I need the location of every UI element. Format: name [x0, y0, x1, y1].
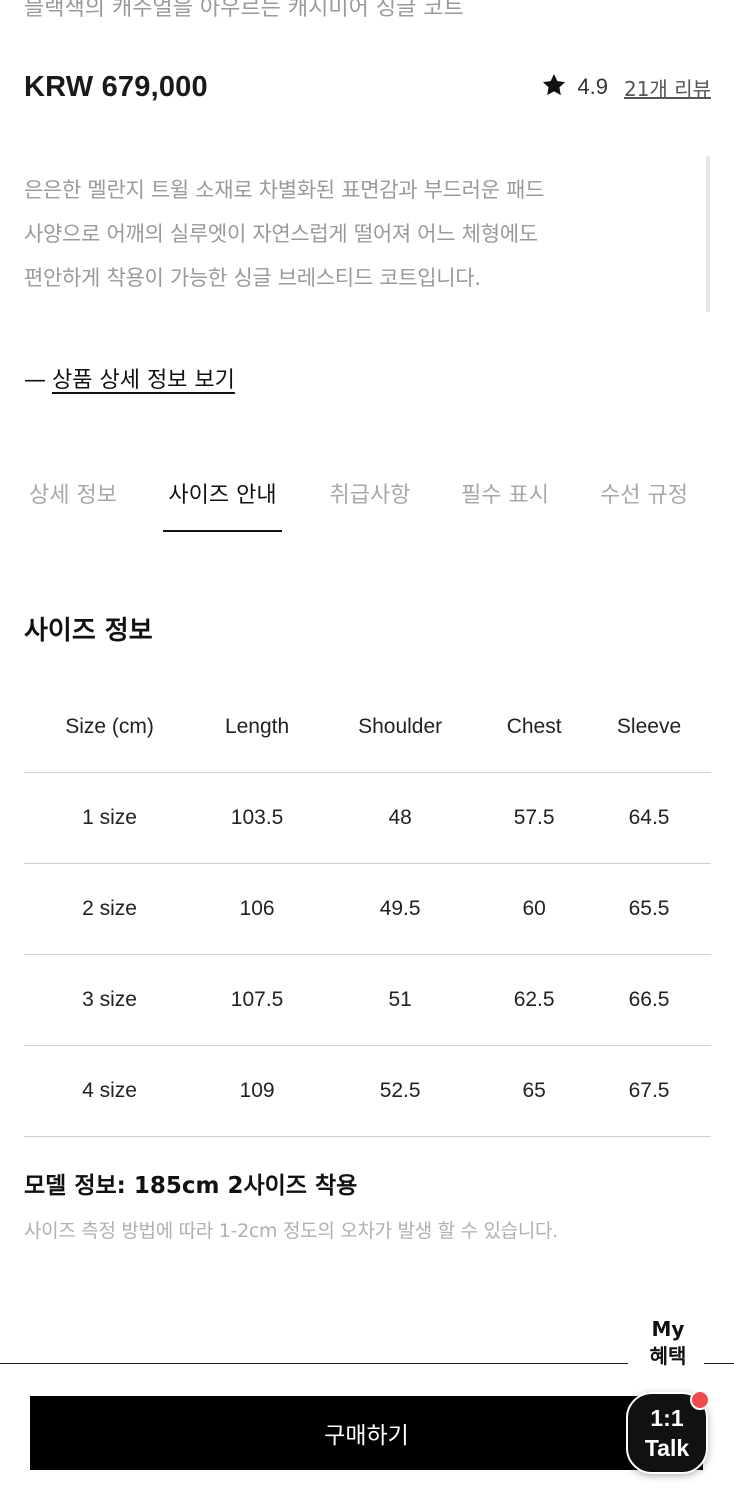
table-cell: 67.5	[587, 1044, 711, 1137]
my-benefit-label: 혜택	[649, 1344, 687, 1368]
talk-label: 1:1	[650, 1405, 684, 1431]
table-cell: 3 size	[24, 953, 196, 1045]
price-row: KRW 679,000 4.9 21개 리뷰	[24, 64, 711, 110]
tab-size-guide[interactable]: 사이즈 안내	[163, 470, 282, 532]
footer-divider	[0, 1363, 628, 1364]
table-cell: 48	[319, 771, 482, 863]
table-cell: 64.5	[587, 771, 711, 863]
tab-care[interactable]: 취급사항	[322, 470, 418, 532]
tab-repair-policy[interactable]: 수선 규정	[595, 470, 693, 532]
product-detail-link[interactable]: — 상품 상세 정보 보기	[24, 362, 235, 394]
table-cell: 52.5	[319, 1044, 482, 1137]
description-line: 은은한 멜란지 트윌 소재로 차별화된 표면감과 부드러운 패드	[24, 178, 545, 202]
size-info-title: 사이즈 정보	[24, 616, 153, 646]
table-row: 2 size 106 49.5 60 65.5	[24, 862, 711, 954]
my-benefit-button[interactable]: My 혜택	[632, 1316, 704, 1370]
description-line: 편안하게 착용이 가능한 싱글 브레스티드 코트입니다.	[24, 266, 481, 290]
size-table: Size (cm) Length Shoulder Chest Sleeve 1…	[24, 682, 711, 1137]
column-header: Shoulder	[358, 714, 443, 738]
table-cell: 65	[481, 1044, 588, 1137]
table-cell: 51	[319, 953, 482, 1045]
table-cell: 65.5	[587, 862, 711, 954]
table-cell: 2 size	[24, 862, 196, 954]
column-header: Length	[224, 714, 290, 738]
size-notice: 사이즈 측정 방법에 따라 1-2cm 정도의 오차가 발생 할 수 있습니다.	[24, 1220, 558, 1242]
info-tabs: 상세 정보 사이즈 안내 취급사항 필수 표시 수선 규정	[24, 470, 710, 532]
rating-score: 4.9	[577, 74, 608, 99]
footer-divider	[704, 1363, 734, 1364]
product-description: 은은한 멜란지 트윌 소재로 차별화된 표면감과 부드러운 패드 사양으로 어깨…	[24, 168, 664, 300]
table-cell: 107.5	[195, 953, 320, 1045]
rating-summary: 4.9 21개 리뷰	[541, 72, 711, 103]
model-info: 모델 정보: 185cm 2사이즈 착용	[24, 1173, 358, 1199]
my-benefit-label: My	[651, 1317, 685, 1341]
dash-icon: —	[24, 368, 46, 393]
tab-detail-info[interactable]: 상세 정보	[24, 470, 122, 532]
table-cell: 66.5	[587, 953, 711, 1045]
table-row: 4 size 109 52.5 65 67.5	[24, 1044, 711, 1137]
table-cell: 62.5	[481, 953, 588, 1045]
column-header: Chest	[506, 714, 562, 738]
tab-required-notice[interactable]: 필수 표시	[456, 470, 554, 532]
buy-button[interactable]: 구매하기	[30, 1396, 703, 1470]
description-cut-line: 블랙색의 캐주얼을 아우르는 캐시미어 싱글 코트	[24, 0, 464, 21]
table-row: 3 size 107.5 51 62.5 66.5	[24, 953, 711, 1045]
table-cell: 103.5	[195, 771, 320, 863]
product-detail-link-label: 상품 상세 정보 보기	[52, 368, 235, 393]
table-cell: 1 size	[24, 771, 196, 863]
description-line: 사양으로 어깨의 실루엣이 자연스럽게 떨어져 어느 체형에도	[24, 222, 538, 246]
description-scrollbar[interactable]	[706, 156, 710, 312]
review-count-link[interactable]: 21개 리뷰	[624, 73, 711, 102]
table-row: 1 size 103.5 48 57.5 64.5	[24, 771, 711, 863]
table-cell: 106	[195, 862, 320, 954]
star-icon	[541, 72, 567, 103]
table-cell: 109	[195, 1044, 320, 1137]
table-cell: 49.5	[319, 862, 482, 954]
product-price: KRW 679,000	[24, 70, 208, 103]
table-header-row: Size (cm) Length Shoulder Chest Sleeve	[24, 682, 711, 772]
column-header: Sleeve	[616, 714, 682, 738]
column-header: Size (cm)	[65, 714, 154, 738]
notification-badge	[690, 1390, 710, 1410]
table-cell: 57.5	[481, 771, 588, 863]
talk-label: Talk	[644, 1435, 690, 1461]
table-cell: 4 size	[24, 1044, 196, 1137]
table-cell: 60	[481, 862, 588, 954]
